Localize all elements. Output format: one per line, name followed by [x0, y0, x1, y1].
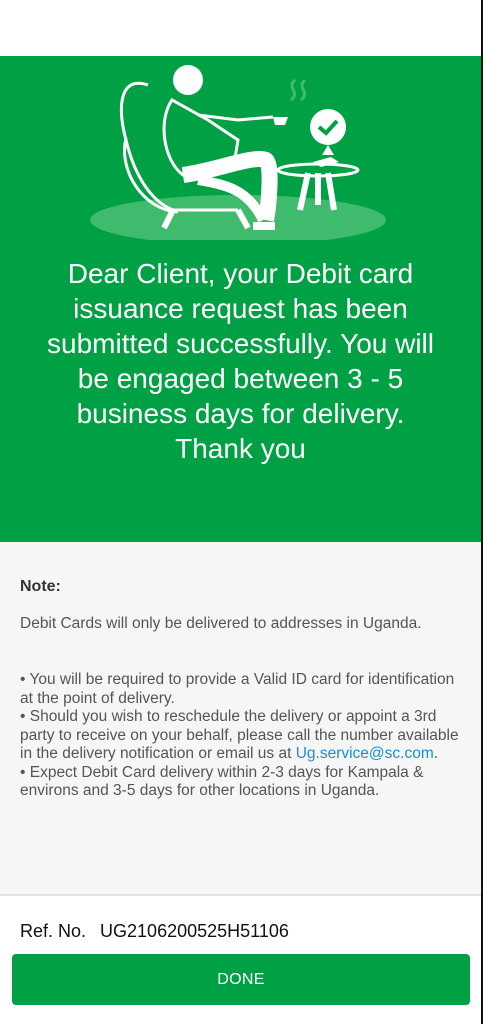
- reference-number: Ref. No. UG2106200525H51106: [20, 921, 289, 942]
- person-relaxing-with-checkmark-illustration: [90, 65, 386, 240]
- support-email-link[interactable]: Ug.service@sc.com: [296, 745, 434, 762]
- reference-value: UG2106200525H51106: [100, 921, 289, 941]
- reference-label: Ref. No.: [20, 921, 87, 941]
- delivery-instructions: • You will be required to provide a Vali…: [20, 671, 470, 801]
- note-section: Note: Debit Cards will only be delivered…: [0, 542, 481, 894]
- bullet-delivery-time: • Expect Debit Card delivery within 2-3 …: [20, 763, 424, 800]
- section-divider: [0, 894, 481, 896]
- bullet-valid-id: • You will be required to provide a Vali…: [20, 671, 455, 707]
- delivery-region-note: Debit Cards will only be delivered to ad…: [20, 615, 422, 632]
- note-title: Note:: [20, 578, 61, 595]
- bullet-reschedule-end: .: [433, 745, 439, 762]
- done-button[interactable]: DONE: [12, 954, 470, 1005]
- success-hero: Dear Client, your Debit card issuance re…: [0, 56, 481, 542]
- success-message: Dear Client, your Debit card issuance re…: [47, 258, 434, 464]
- bullet-reschedule: • Should you wish to reschedule the deli…: [20, 708, 470, 764]
